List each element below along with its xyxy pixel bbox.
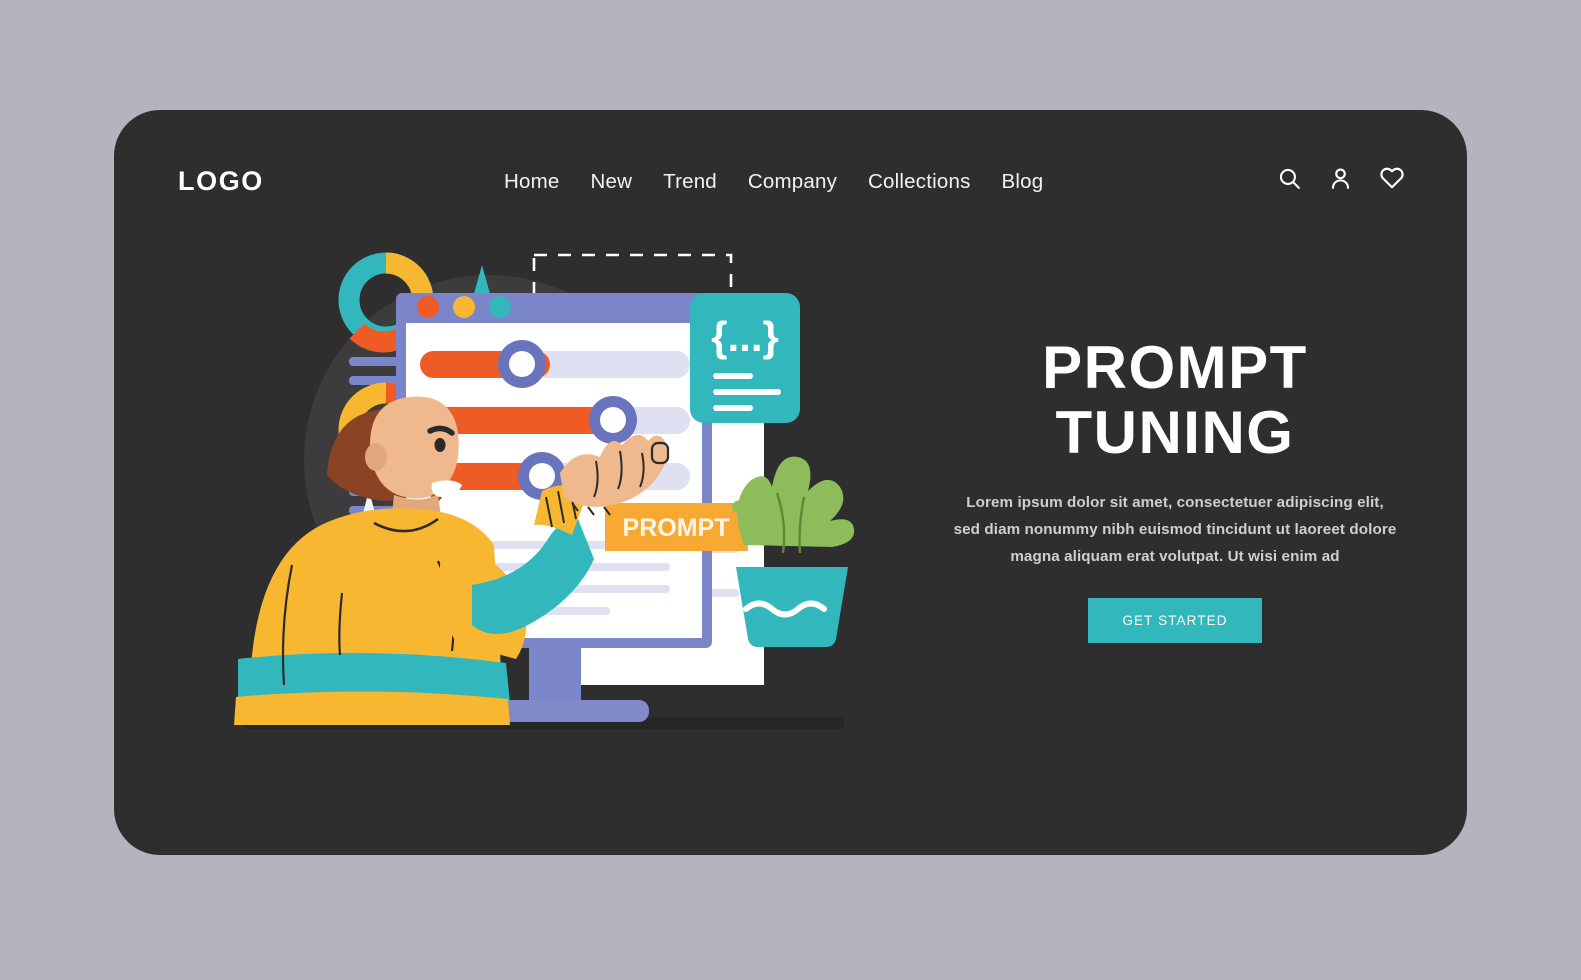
- page-title: PROMPT TUNING: [940, 335, 1410, 466]
- nav-item-collections[interactable]: Collections: [868, 170, 970, 194]
- code-badge: {...}: [690, 293, 800, 423]
- nav-item-new[interactable]: New: [590, 170, 632, 194]
- window-dot-teal: [489, 296, 511, 318]
- nav-item-trend[interactable]: Trend: [663, 170, 717, 194]
- nav-item-company[interactable]: Company: [748, 170, 837, 194]
- header-icon-group: [1277, 165, 1405, 191]
- hero-card: LOGO Home New Trend Company Collections …: [114, 110, 1467, 855]
- headline-line-2: TUNING: [1055, 399, 1295, 467]
- search-icon[interactable]: [1277, 166, 1302, 191]
- headline-line-1: PROMPT: [1042, 334, 1308, 401]
- window-dot-red: [417, 296, 439, 318]
- main-navigation: Home New Trend Company Collections Blog: [504, 170, 1043, 194]
- hero-content: PROMPT TUNING Lorem ipsum dolor sit amet…: [940, 335, 1410, 643]
- nav-item-home[interactable]: Home: [504, 170, 559, 194]
- nav-item-blog[interactable]: Blog: [1002, 170, 1044, 194]
- prompt-tag: PROMPT: [605, 503, 748, 551]
- heart-icon[interactable]: [1379, 165, 1405, 191]
- get-started-button[interactable]: GET STARTED: [1088, 597, 1262, 643]
- site-header: LOGO Home New Trend Company Collections …: [114, 110, 1467, 260]
- window-dot-yellow: [453, 296, 475, 318]
- logo[interactable]: LOGO: [178, 166, 264, 197]
- hero-illustration: {...} PROMPT: [224, 245, 864, 805]
- prompt-tag-label: PROMPT: [623, 514, 730, 542]
- code-badge-glyph: {...}: [711, 313, 779, 360]
- hero-description: Lorem ipsum dolor sit amet, consectetuer…: [953, 493, 1397, 565]
- user-icon[interactable]: [1328, 166, 1353, 191]
